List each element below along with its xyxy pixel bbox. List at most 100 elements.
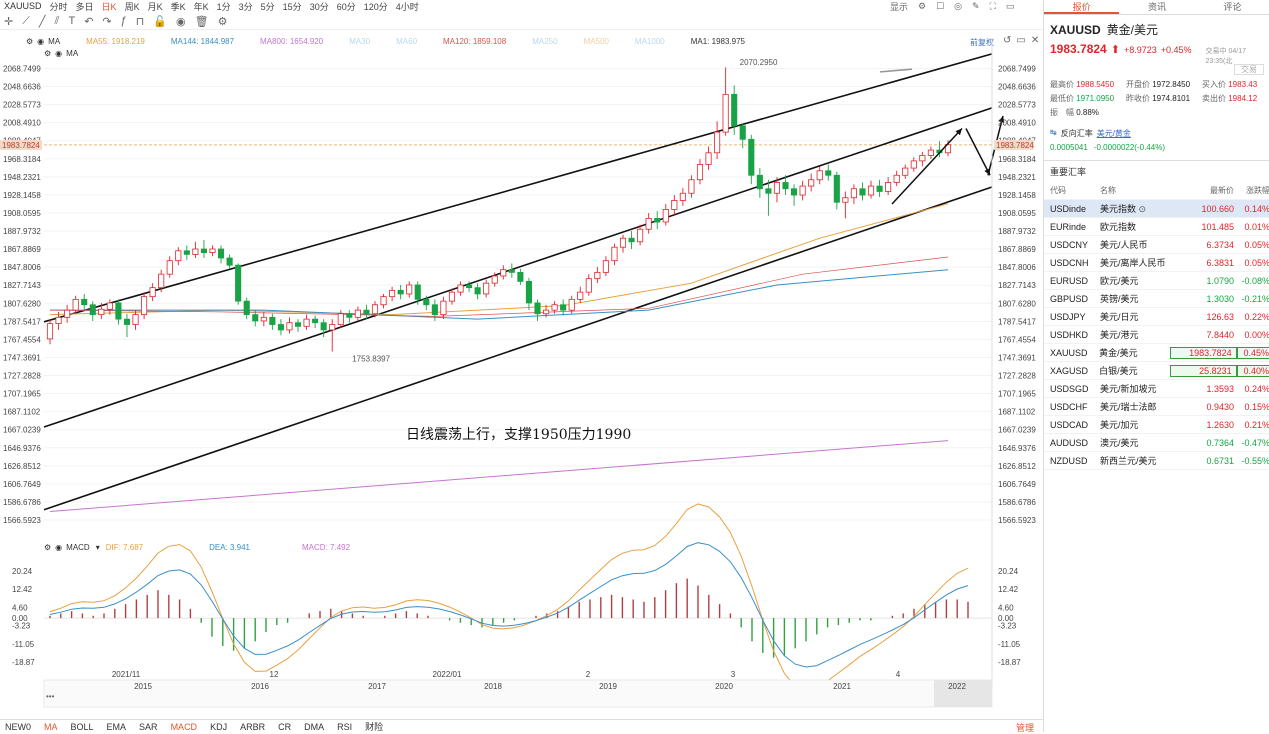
eye-icon[interactable]: ◉: [176, 15, 186, 28]
candle-body: [141, 296, 148, 316]
delete-icon[interactable]: 🗑: [195, 15, 209, 28]
symbol-label[interactable]: XAUUSD: [4, 1, 42, 11]
rate-row-nzdusd[interactable]: NZDUSD 新西兰元/美元 0.6731 -0.55%: [1044, 452, 1269, 470]
rate-price: 7.8440: [1206, 329, 1234, 340]
settings-icon[interactable]: ⚙: [918, 1, 926, 12]
trade-button[interactable]: 交易: [1234, 64, 1264, 75]
window-icon[interactable]: ▭: [1006, 1, 1015, 12]
undo-icon[interactable]: ↶: [84, 15, 93, 28]
rate-row-usdcny[interactable]: USDCNY 美元/人民币 6.3734 0.05%: [1044, 236, 1269, 254]
indicator-dma[interactable]: DMA: [304, 722, 324, 732]
indicator-ema[interactable]: EMA: [107, 722, 127, 732]
rate-pct: 0.01%: [1244, 221, 1269, 232]
candle-body: [286, 322, 293, 331]
period-8[interactable]: 3分: [239, 0, 253, 13]
camera-icon[interactable]: ◎: [954, 1, 962, 12]
rate-row-usdcad[interactable]: USDCAD 美元/加元 1.2630 0.21%: [1044, 416, 1269, 434]
rate-row-usdjpy[interactable]: USDJPY 美元/日元 126.63 0.22%: [1044, 308, 1269, 326]
line-icon[interactable]: ╱: [39, 15, 46, 28]
rate-row-usdchf[interactable]: USDCHF 美元/瑞士法郎 0.9430 0.15%: [1044, 398, 1269, 416]
price-chart[interactable]: 2070.2950 1753.8397 2068.7499 2068.7499 204…: [0, 30, 1040, 718]
period-1[interactable]: 多日: [76, 0, 94, 13]
rate-price: 6.3734: [1206, 239, 1234, 250]
price-tick-label: 1867.8869: [998, 245, 1036, 254]
header-cell: 最新价: [1210, 186, 1234, 195]
candle-body: [363, 309, 370, 315]
channel-icon[interactable]: ⫽: [55, 15, 60, 28]
period-0[interactable]: 分时: [50, 0, 68, 13]
rate-name: 英镑/美元: [1100, 294, 1139, 304]
magnet-icon[interactable]: ⊓: [136, 15, 145, 28]
manage-link[interactable]: 管理: [1016, 721, 1034, 734]
rate-row-eurinde[interactable]: EURinde 欧元指数 101.485 0.01%: [1044, 218, 1269, 236]
rate-row-audusd[interactable]: AUDUSD 澳元/美元 0.7364 -0.47%: [1044, 434, 1269, 452]
rate-pct: 0.40%: [1236, 364, 1269, 377]
macd-value: MACD: 7.492: [302, 543, 351, 552]
rate-row-xauusd[interactable]: XAUUSD 黄金/美元 1983.7824 0.45%: [1044, 344, 1269, 362]
date-tick-top: 2: [586, 670, 591, 679]
period-4[interactable]: 月K: [148, 0, 163, 13]
crosshair-icon[interactable]: ✛: [4, 15, 13, 28]
indicator-cr[interactable]: CR: [278, 722, 291, 732]
indicator-ma[interactable]: MA: [44, 722, 58, 732]
period-10[interactable]: 15分: [283, 0, 302, 13]
date-tick-top: 2022/01: [433, 670, 462, 679]
period-11[interactable]: 30分: [310, 0, 329, 13]
display-menu[interactable]: 显示: [890, 0, 908, 13]
eye-icon[interactable]: ◉: [55, 543, 62, 552]
checkbox-icon[interactable]: ☐: [936, 1, 944, 12]
indicator-macd[interactable]: MACD: [171, 722, 198, 732]
lock-icon[interactable]: 🔓: [153, 15, 167, 28]
price-tick-label: 1948.2321: [998, 173, 1036, 182]
candle-body: [791, 188, 798, 196]
date-tick-top: 4: [896, 670, 901, 679]
rate-row-usdhkd[interactable]: USDHKD 美元/港元 7.8440 0.00%: [1044, 326, 1269, 344]
reverse-pair[interactable]: 美元/黄金: [1097, 128, 1131, 139]
tab-0[interactable]: 报价: [1044, 0, 1120, 14]
price-tick-label: 1566.5923: [998, 516, 1036, 525]
settings-icon[interactable]: ⚙: [218, 15, 228, 28]
period-12[interactable]: 60分: [337, 0, 356, 13]
settings-icon[interactable]: ⚙: [44, 543, 51, 552]
indicator-rsi[interactable]: RSI: [337, 722, 352, 732]
period-9[interactable]: 5分: [261, 0, 275, 13]
price-tick-label: 1968.3184: [998, 155, 1036, 164]
rate-row-gbpusd[interactable]: GBPUSD 英镑/美元 1.3030 -0.21%: [1044, 290, 1269, 308]
tab-2[interactable]: 评论: [1195, 0, 1269, 14]
dropdown-icon[interactable]: ▾: [96, 543, 100, 552]
fx-icon[interactable]: ƒ: [121, 15, 127, 27]
rate-code: USDCNH: [1050, 257, 1089, 268]
candle-body: [115, 302, 122, 320]
period-6[interactable]: 年K: [194, 0, 209, 13]
rate-row-eurusd[interactable]: EURUSD 欧元/美元 1.0790 -0.08%: [1044, 272, 1269, 290]
rate-price: 1.3030: [1206, 293, 1234, 304]
indicator-sar[interactable]: SAR: [139, 722, 158, 732]
arrow-icon: ↹: [1050, 128, 1057, 137]
period-13[interactable]: 120分: [364, 0, 388, 13]
indicator-财险[interactable]: 财险: [365, 720, 383, 733]
rate-row-usdinde[interactable]: USDinde 美元指数 ⊙ 100.660 0.14%: [1044, 200, 1269, 218]
edit-icon[interactable]: ✎: [972, 1, 980, 12]
indicator-kdj[interactable]: KDJ: [210, 722, 227, 732]
macd-tick-label: 4.60: [998, 603, 1014, 612]
tab-1[interactable]: 资讯: [1119, 0, 1194, 14]
period-5[interactable]: 季K: [171, 0, 186, 13]
candle-body: [893, 174, 900, 183]
redo-icon[interactable]: ↷: [102, 15, 111, 28]
price-tick-label-left: 1948.2321: [3, 173, 41, 182]
candle-body: [397, 289, 404, 295]
period-7[interactable]: 1分: [217, 0, 231, 13]
period-2[interactable]: 日K: [102, 0, 117, 13]
period-3[interactable]: 周K: [125, 0, 140, 13]
fullscreen-icon[interactable]: ⛶: [990, 1, 996, 12]
draw-icon[interactable]: ⟋: [22, 15, 30, 28]
rate-row-xagusd[interactable]: XAGUSD 白银/美元 25.8231 0.40%: [1044, 362, 1269, 380]
period-14[interactable]: 4小时: [396, 0, 419, 13]
target-icon[interactable]: ⊙: [1136, 204, 1147, 214]
indicator-boll[interactable]: BOLL: [71, 722, 94, 732]
rate-row-usdsgd[interactable]: USDSGD 美元/新加坡元 1.3593 0.24%: [1044, 380, 1269, 398]
indicator-arbr[interactable]: ARBR: [240, 722, 265, 732]
indicator-new0[interactable]: NEW0: [5, 722, 31, 732]
rate-row-usdcnh[interactable]: USDCNH 美元/离岸人民币 6.3831 0.05%: [1044, 254, 1269, 272]
text-icon[interactable]: T: [68, 15, 75, 27]
